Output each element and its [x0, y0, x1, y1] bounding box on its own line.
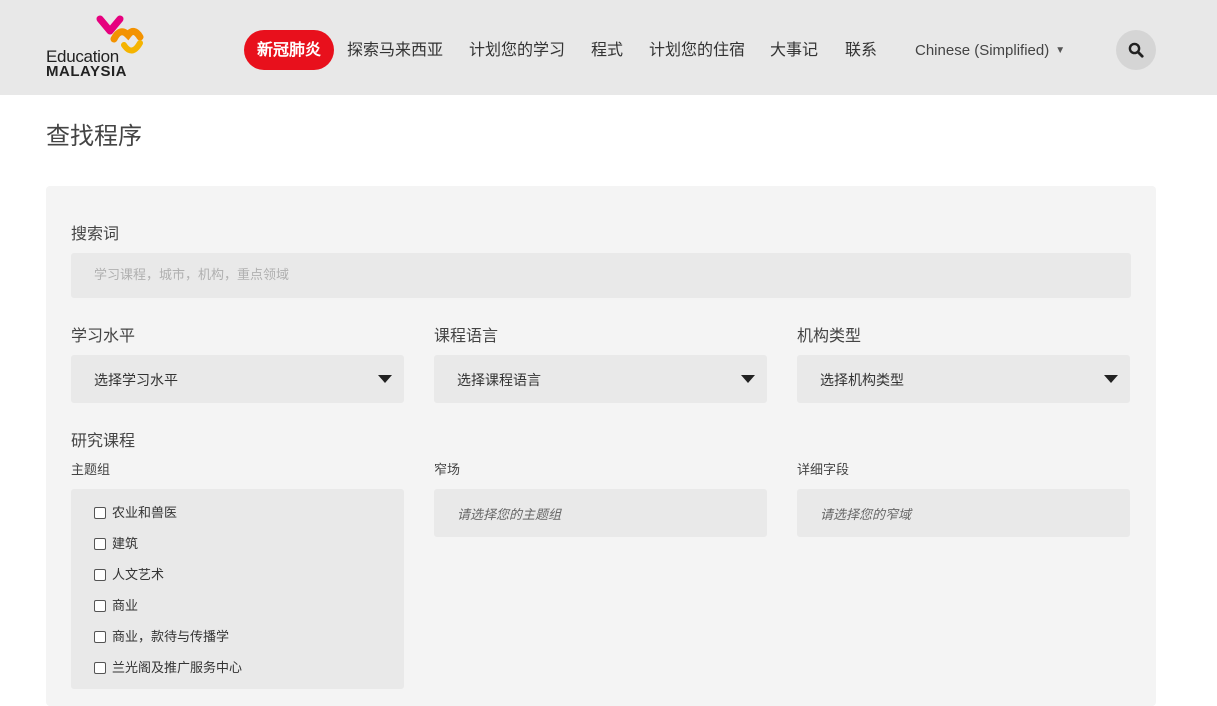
course-language-label: 课程语言 — [434, 326, 499, 345]
subject-group-option-label: 兰光阁及推广服务中心 — [112, 661, 243, 676]
narrow-field-label: 窄场 — [434, 463, 461, 478]
language-selector[interactable]: Chinese (Simplified) ▼ — [915, 42, 1065, 59]
subject-group-option-label: 农业和兽医 — [112, 506, 178, 521]
checkbox[interactable] — [94, 569, 106, 581]
search-term-input[interactable] — [71, 253, 1131, 298]
search-icon — [1128, 42, 1144, 58]
detailed-field-select[interactable]: 请选择您的窄域 — [797, 489, 1130, 537]
nav-programs[interactable]: 程式 — [591, 40, 623, 60]
checkbox[interactable] — [94, 662, 106, 674]
search-button[interactable] — [1116, 30, 1156, 70]
search-term-label: 搜索词 — [71, 224, 120, 243]
study-course-label: 研究课程 — [71, 431, 136, 450]
narrow-field-select[interactable]: 请选择您的主题组 — [434, 489, 767, 537]
institution-type-label: 机构类型 — [797, 326, 862, 345]
nav-events[interactable]: 大事记 — [770, 40, 818, 60]
page-title: 查找程序 — [46, 122, 142, 150]
language-selector-label: Chinese (Simplified) — [915, 42, 1050, 59]
detailed-field-label: 详细字段 — [797, 463, 850, 478]
detailed-field-placeholder: 请选择您的窄域 — [820, 508, 912, 523]
institution-type-select[interactable]: 选择机构类型 — [797, 355, 1130, 403]
chevron-down-icon — [378, 375, 392, 383]
subject-group-option-label: 建筑 — [112, 537, 139, 552]
logo-text-malaysia: MALAYSIA — [46, 63, 127, 80]
nav-plan-study[interactable]: 计划您的学习 — [469, 40, 565, 60]
course-language-select[interactable]: 选择课程语言 — [434, 355, 767, 403]
caret-down-icon: ▼ — [1055, 45, 1066, 56]
study-level-label: 学习水平 — [71, 326, 136, 345]
checkbox[interactable] — [94, 600, 106, 612]
nav-plan-accommodation[interactable]: 计划您的住宿 — [649, 40, 745, 60]
subject-group-option-label: 人文艺术 — [112, 568, 165, 583]
subject-group-list: 农业和兽医 建筑 人文艺术 商业 商业，款待与传播学 兰光阁及推广服务中心 — [71, 489, 404, 689]
checkbox[interactable] — [94, 507, 106, 519]
checkbox[interactable] — [94, 538, 106, 550]
nav-explore-malaysia[interactable]: 探索马来西亚 — [347, 40, 443, 60]
subject-group-option-label: 商业 — [112, 599, 139, 614]
chevron-down-icon — [1104, 375, 1118, 383]
nav-contact[interactable]: 联系 — [845, 40, 877, 60]
institution-type-value: 选择机构类型 — [820, 373, 904, 389]
site-header: Education MALAYSIA 新冠肺炎 探索马来西亚 计划您的学习 程式… — [0, 0, 1217, 95]
subject-group-label: 主题组 — [71, 463, 111, 478]
course-language-value: 选择课程语言 — [457, 373, 541, 389]
nav-covid-button[interactable]: 新冠肺炎 — [244, 30, 334, 70]
study-level-value: 选择学习水平 — [94, 373, 178, 389]
education-malaysia-logo[interactable]: Education MALAYSIA — [46, 13, 156, 80]
checkbox[interactable] — [94, 631, 106, 643]
narrow-field-placeholder: 请选择您的主题组 — [457, 508, 562, 523]
subject-group-option-label: 商业，款待与传播学 — [112, 630, 230, 645]
chevron-down-icon — [741, 375, 755, 383]
study-level-select[interactable]: 选择学习水平 — [71, 355, 404, 403]
